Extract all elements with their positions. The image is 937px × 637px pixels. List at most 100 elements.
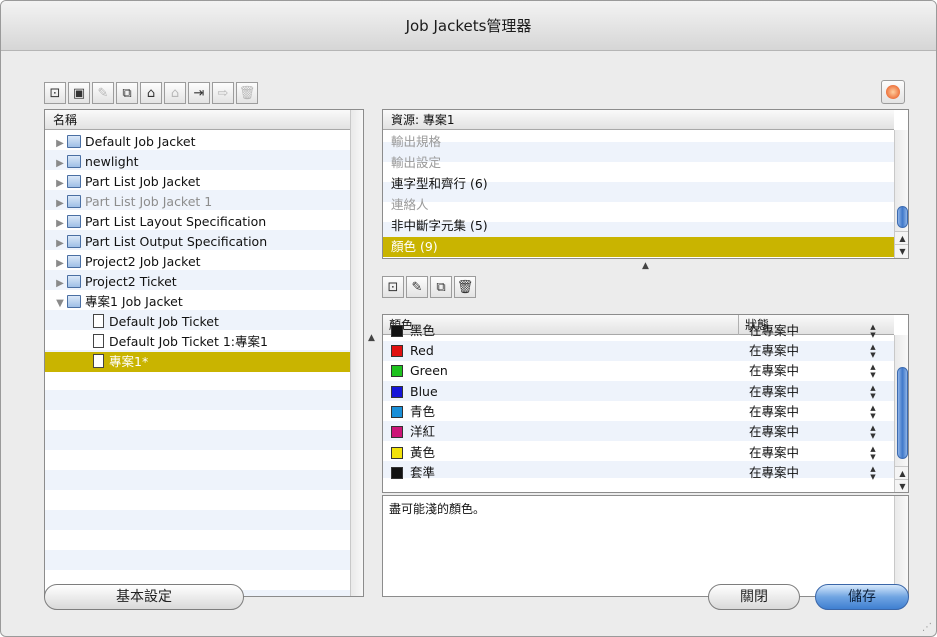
colors-list: 黑色 在專案中 ▲▼ Red 在專案中 ▲▼ Green 在專案中 ▲▼ Blue 在專案中 ▲▼ 青色… [383, 323, 894, 492]
import-button[interactable]: ⇥ [188, 82, 210, 104]
colors-table: 顏色 狀態 黑色在專案中▲▼Red在專案中▲▼Green在專案中▲▼Blue在專… [382, 314, 909, 493]
tree-item[interactable]: Default Job Ticket 1:專案1 [45, 332, 350, 352]
job-ticket-icon [93, 314, 104, 328]
new-job-jacket-button[interactable]: ⊡ [44, 82, 66, 104]
tree-scrollbar[interactable] [350, 110, 363, 596]
tree-item-label: Part List Output Specification [85, 234, 268, 249]
resource-item[interactable]: 連絡人 [383, 195, 894, 215]
tree-item[interactable]: ▶ Part List Layout Specification [45, 212, 350, 232]
resource-item[interactable]: 連字型和齊行 (6) [383, 174, 894, 194]
edit-icon: ✎ [411, 279, 423, 295]
color-name: 黃色 [410, 444, 436, 460]
colors-scroll-down-arrow[interactable]: ▼ [895, 479, 908, 492]
open-folder-button[interactable]: ⌂ [140, 82, 162, 104]
status-stepper-icon[interactable]: ▲▼ [869, 384, 877, 400]
disclosure-closed-icon[interactable]: ▶ [53, 274, 67, 294]
options-button[interactable] [881, 80, 905, 104]
tree-item-label: Part List Job Jacket [85, 174, 201, 189]
tree-item[interactable]: ▶ Part List Output Specification [45, 232, 350, 252]
color-status: 在專案中 [749, 403, 800, 419]
color-row[interactable]: 黑色 在專案中 ▲▼ [383, 321, 894, 341]
disclosure-open-icon[interactable]: ▼ [53, 294, 67, 314]
tree-item-label: Part List Layout Specification [85, 214, 267, 229]
resources-scrollbar[interactable]: ▲ ▼ [894, 130, 908, 258]
color-row[interactable]: Red 在專案中 ▲▼ [383, 341, 894, 361]
resource-item[interactable]: 輸出規格 [383, 132, 894, 152]
color-row[interactable]: Green 在專案中 ▲▼ [383, 361, 894, 381]
colors-scroll-up-arrow[interactable]: ▲ [895, 466, 908, 479]
color-row[interactable]: 青色 在專案中 ▲▼ [383, 402, 894, 422]
disclosure-closed-icon[interactable]: ▶ [53, 254, 67, 274]
resource-item[interactable]: 非中斷字元集 (5) [383, 216, 894, 236]
splitter-handle-left[interactable]: ▲ [368, 333, 375, 343]
job-ticket-icon [93, 354, 104, 368]
colors-scroll-thumb[interactable] [897, 367, 908, 459]
color-status: 在專案中 [749, 323, 800, 338]
new-button[interactable]: ⊡ [382, 276, 404, 298]
job-jacket-icon [67, 295, 81, 308]
scroll-up-arrow[interactable]: ▲ [895, 231, 908, 244]
disclosure-closed-icon[interactable]: ▶ [53, 194, 67, 214]
tree-item[interactable]: Default Job Ticket [45, 312, 350, 332]
tree-item[interactable]: ▶ Default Job Jacket [45, 132, 350, 152]
duplicate-button[interactable]: ⧉ [116, 82, 138, 104]
description-scrollbar[interactable] [894, 496, 908, 596]
color-swatch [391, 385, 403, 398]
colors-scrollbar[interactable]: ▲ ▼ [894, 335, 908, 492]
disclosure-closed-icon[interactable]: ▶ [53, 234, 67, 254]
preferences-button[interactable]: 基本設定 [44, 584, 244, 610]
save-button[interactable]: 儲存 [815, 584, 909, 610]
save-folder-button[interactable]: ⌂ [164, 82, 186, 104]
duplicate-icon: ⧉ [122, 85, 132, 101]
disclosure-closed-icon[interactable]: ▶ [53, 214, 67, 234]
color-row[interactable]: 套準 在專案中 ▲▼ [383, 463, 894, 483]
edit-button[interactable]: ✎ [406, 276, 428, 298]
color-row[interactable]: 黃色 在專案中 ▲▼ [383, 443, 894, 463]
status-stepper-icon[interactable]: ▲▼ [869, 445, 877, 461]
color-name: 黑色 [410, 323, 436, 338]
status-stepper-icon[interactable]: ▲▼ [869, 343, 877, 359]
scroll-down-arrow[interactable]: ▼ [895, 244, 908, 257]
status-stepper-icon[interactable]: ▲▼ [869, 404, 877, 420]
tree-item[interactable]: 專案1* [45, 352, 350, 372]
export-button[interactable]: ⇨ [212, 82, 234, 104]
disclosure-closed-icon[interactable]: ▶ [53, 134, 67, 154]
status-stepper-icon[interactable]: ▲▼ [869, 424, 877, 440]
tree-item[interactable]: ▶ newlight [45, 152, 350, 172]
tree-item[interactable]: ▼ 專案1 Job Jacket [45, 292, 350, 312]
close-button[interactable]: 關閉 [708, 584, 800, 610]
status-stepper-icon[interactable]: ▲▼ [869, 465, 877, 481]
disclosure-closed-icon[interactable]: ▶ [53, 174, 67, 194]
color-status: 在專案中 [749, 444, 800, 460]
gear-icon [886, 85, 900, 99]
resource-item[interactable]: 顏色 (9) [383, 237, 894, 257]
title-bar[interactable]: Job Jackets管理器 [1, 1, 936, 51]
resources-scroll-thumb[interactable] [897, 206, 908, 228]
tree-item-label: Default Job Ticket 1:專案1 [109, 334, 268, 349]
color-status: 在專案中 [749, 383, 800, 399]
delete-button[interactable]: 🗑 [454, 276, 476, 298]
resize-grip-icon[interactable]: ⋰ [922, 622, 932, 633]
resources-header[interactable]: 資源: 專案1 [383, 110, 894, 130]
status-stepper-icon[interactable]: ▲▼ [869, 363, 877, 379]
delete-button[interactable]: 🗑 [236, 82, 258, 104]
color-name: Red [410, 343, 434, 358]
new-job-ticket-icon: ▣ [72, 85, 86, 101]
resources-panel: 資源: 專案1 輸出規格 輸出設定 連字型和齊行 (6) 連絡人 非中斷字元集 (5) 顏… [382, 109, 909, 259]
tree-item[interactable]: ▶ Part List Job Jacket [45, 172, 350, 192]
color-row[interactable]: 洋紅 在專案中 ▲▼ [383, 422, 894, 442]
import-icon: ⇥ [193, 85, 205, 101]
new-job-ticket-button[interactable]: ▣ [68, 82, 90, 104]
tree-item[interactable]: ▶ Part List Job Jacket 1 [45, 192, 350, 212]
tree-item[interactable]: ▶ Project2 Ticket [45, 272, 350, 292]
disclosure-closed-icon[interactable]: ▶ [53, 154, 67, 174]
job-jacket-icon [67, 275, 81, 288]
tree-header[interactable]: 名稱 [45, 110, 350, 130]
tree-item[interactable]: ▶ Project2 Job Jacket [45, 252, 350, 272]
status-stepper-icon[interactable]: ▲▼ [869, 323, 877, 339]
resource-item[interactable]: 輸出設定 [383, 153, 894, 173]
edit-button[interactable]: ✎ [92, 82, 114, 104]
duplicate-button[interactable]: ⧉ [430, 276, 452, 298]
splitter-handle[interactable]: ▲ [642, 261, 649, 271]
color-row[interactable]: Blue 在專案中 ▲▼ [383, 382, 894, 402]
